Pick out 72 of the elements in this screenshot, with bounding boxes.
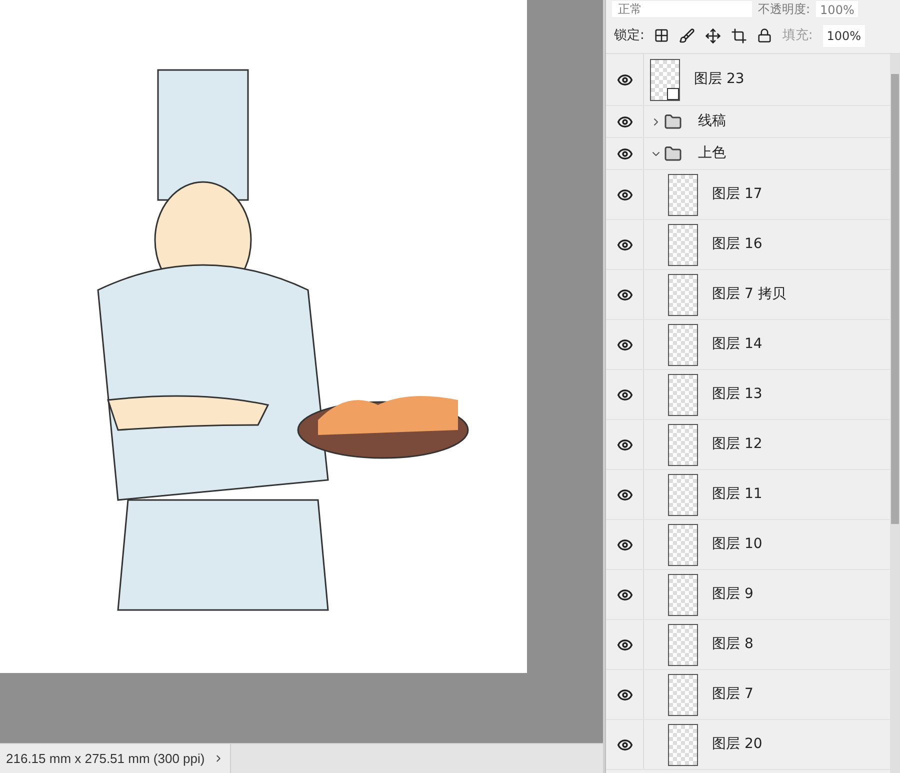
move-icon[interactable] xyxy=(705,28,722,44)
eye-icon[interactable] xyxy=(616,72,632,88)
layer-row[interactable]: 图层 11 xyxy=(606,470,890,520)
layer-name: 图层 16 xyxy=(712,235,762,254)
scrollbar-thumb[interactable] xyxy=(891,74,899,524)
layer-thumbnail xyxy=(668,724,698,766)
crop-icon[interactable] xyxy=(731,28,748,44)
layer-name: 图层 7 xyxy=(712,685,754,704)
layer-thumbnail xyxy=(668,474,698,516)
layer-thumbnail xyxy=(668,424,698,466)
layer-row[interactable]: 图层 7 xyxy=(606,670,890,720)
eye-icon[interactable] xyxy=(616,236,632,252)
brush-icon[interactable] xyxy=(679,28,696,44)
layer-thumbnail xyxy=(668,324,698,366)
lock-label: 锁定: xyxy=(614,26,644,45)
layer-group-row[interactable]: 线稿 xyxy=(606,106,890,138)
layer-thumbnail xyxy=(668,674,698,716)
layer-row[interactable]: 图层 8 xyxy=(606,620,890,670)
layer-row[interactable]: 图层 7 拷贝 xyxy=(606,270,890,320)
layer-thumbnail xyxy=(668,224,698,266)
layer-name: 上色 xyxy=(698,144,726,163)
folder-icon xyxy=(664,112,682,130)
layer-row[interactable]: 图层 23 xyxy=(606,54,890,106)
eye-icon[interactable] xyxy=(616,146,632,162)
layer-name: 图层 23 xyxy=(694,70,744,89)
fill-label: 填充: xyxy=(782,26,813,45)
layer-thumbnail xyxy=(668,274,698,316)
eye-icon[interactable] xyxy=(616,586,632,602)
folder-icon xyxy=(664,144,682,162)
document-size-status[interactable]: 216.15 mm x 275.51 mm (300 ppi) xyxy=(0,744,231,773)
lock-icon[interactable] xyxy=(757,28,772,43)
opacity-label: 不透明度: xyxy=(758,1,810,18)
layer-row[interactable]: 图层 9 xyxy=(606,570,890,620)
blend-mode-dropdown[interactable]: 正常 xyxy=(612,1,752,17)
layer-name: 图层 10 xyxy=(712,535,762,554)
fill-field[interactable]: 100% xyxy=(822,24,866,46)
layer-row[interactable]: 图层 12 xyxy=(606,420,890,470)
layer-name: 图层 12 xyxy=(712,435,762,454)
eye-icon[interactable] xyxy=(616,636,632,652)
eye-icon[interactable] xyxy=(616,114,632,130)
layer-thumbnail xyxy=(668,574,698,616)
eye-icon[interactable] xyxy=(616,736,632,752)
eye-icon[interactable] xyxy=(616,286,632,302)
opacity-field[interactable]: 100% xyxy=(816,1,858,17)
layer-name: 图层 11 xyxy=(712,485,762,504)
layer-row[interactable]: 图层 20 xyxy=(606,720,890,770)
layer-group-row[interactable]: 上色 xyxy=(606,138,890,170)
layer-name: 图层 8 xyxy=(712,635,754,654)
layer-name: 图层 7 拷贝 xyxy=(712,285,786,304)
layer-row[interactable]: 图层 16 xyxy=(606,220,890,270)
layer-name: 图层 13 xyxy=(712,385,762,404)
layer-row[interactable]: 图层 14 xyxy=(606,320,890,370)
layer-name: 线稿 xyxy=(698,112,726,131)
eye-icon[interactable] xyxy=(616,686,632,702)
layer-name: 图层 20 xyxy=(712,735,762,754)
layer-name: 图层 9 xyxy=(712,585,754,604)
layer-name: 图层 17 xyxy=(712,185,762,204)
eye-icon[interactable] xyxy=(616,536,632,552)
layer-row[interactable]: 图层 17 xyxy=(606,170,890,220)
eye-icon[interactable] xyxy=(616,486,632,502)
lock-pixels-icon[interactable] xyxy=(654,28,670,43)
eye-icon[interactable] xyxy=(616,386,632,402)
eye-icon[interactable] xyxy=(616,336,632,352)
layer-row[interactable]: 图层 13 xyxy=(606,370,890,420)
layer-row[interactable]: 图层 10 xyxy=(606,520,890,570)
eye-icon[interactable] xyxy=(616,186,632,202)
layer-thumbnail xyxy=(668,624,698,666)
layer-thumbnail xyxy=(668,524,698,566)
layer-name: 图层 14 xyxy=(712,335,762,354)
eye-icon[interactable] xyxy=(616,436,632,452)
layer-thumbnail xyxy=(668,374,698,416)
layer-thumbnail xyxy=(668,174,698,216)
